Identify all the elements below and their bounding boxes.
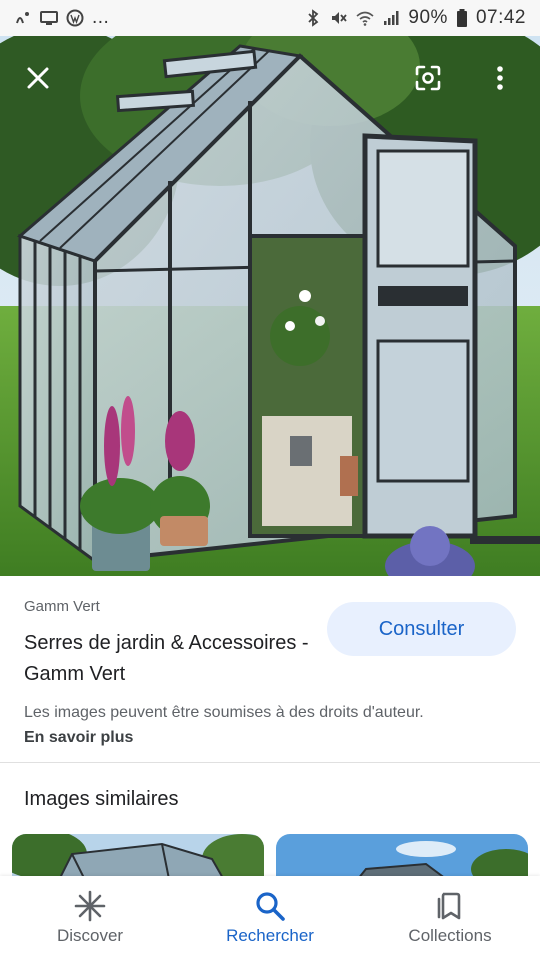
bottom-navigation: Discover Rechercher Collections — [0, 876, 540, 960]
mute-icon — [332, 12, 348, 24]
lens-icon — [415, 65, 441, 91]
status-right: 90% 07:42 — [304, 7, 526, 29]
battery-icon — [456, 9, 467, 27]
result-image[interactable] — [0, 36, 540, 576]
nav-search-label: Rechercher — [226, 926, 314, 945]
battery-percent: 90% — [408, 7, 448, 28]
status-bar: ... 90% 07:42 — [0, 0, 540, 36]
collections-icon — [437, 892, 461, 920]
notification-icon — [16, 12, 29, 24]
lens-button[interactable] — [406, 56, 450, 100]
nav-search[interactable]: Rechercher — [180, 876, 360, 960]
close-button[interactable] — [16, 56, 60, 100]
screen-icon — [40, 11, 58, 25]
status-more: ... — [92, 7, 110, 28]
more-vert-icon — [497, 66, 503, 90]
nav-discover[interactable]: Discover — [0, 876, 180, 960]
signal-icon — [384, 11, 399, 25]
wifi-icon — [356, 11, 374, 26]
greenhouse-photo — [0, 36, 540, 576]
clock: 07:42 — [475, 7, 526, 28]
status-left: ... — [14, 7, 109, 29]
bluetooth-icon — [308, 9, 319, 27]
consult-button[interactable]: Consulter — [327, 602, 516, 656]
section-divider — [0, 762, 540, 763]
more-options-button[interactable] — [478, 56, 522, 100]
close-icon — [27, 67, 49, 89]
learn-more-link[interactable]: En savoir plus — [24, 729, 133, 746]
search-icon — [256, 892, 285, 921]
similar-images-heading: Images similaires — [24, 788, 179, 810]
nav-collections[interactable]: Collections — [360, 876, 540, 960]
wordpress-icon — [66, 9, 84, 27]
copyright-text: Les images peuvent être soumises à des d… — [24, 704, 424, 721]
copyright-notice: Les images peuvent être soumises à des d… — [24, 700, 444, 750]
result-source[interactable]: Gamm Vert — [24, 598, 100, 615]
asterisk-icon — [74, 890, 106, 922]
nav-discover-label: Discover — [56, 926, 124, 945]
result-title[interactable]: Serres de jardin & Accessoires - Gamm Ve… — [24, 628, 314, 690]
nav-collections-label: Collections — [408, 926, 492, 945]
